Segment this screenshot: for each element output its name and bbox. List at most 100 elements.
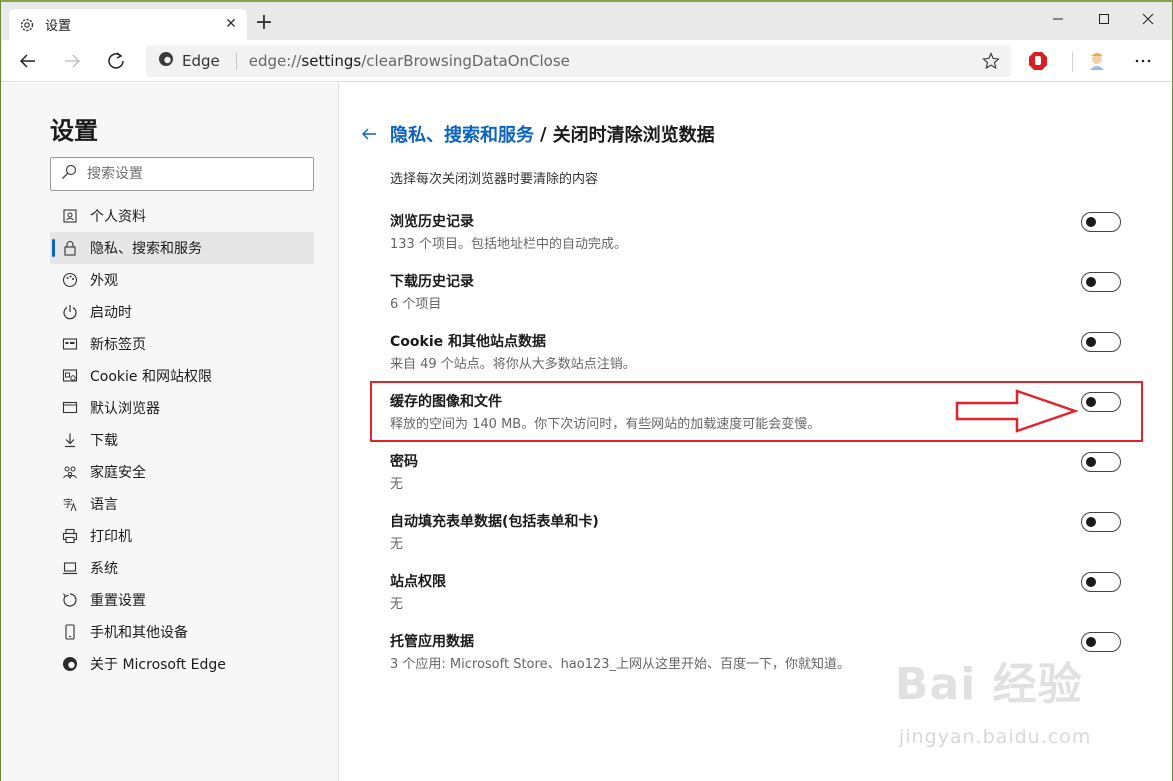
minimize-icon (1053, 18, 1063, 20)
sidebar-item-label: 打印机 (90, 529, 132, 545)
new-tab-button[interactable]: + (253, 12, 275, 35)
setting-row: 浏览历史记录 133 个项目。包括地址栏中的自动完成。 (390, 203, 1122, 263)
back-arrow-icon (19, 54, 35, 68)
tab-close-icon[interactable]: ✕ (223, 16, 239, 32)
newtab-icon (62, 336, 78, 352)
sidebar-item-lock[interactable]: 隐私、搜索和服务 (50, 232, 314, 264)
avatar-icon (1090, 53, 1104, 70)
watermark-text: Bai 经验 (895, 659, 1083, 710)
adblock-icon (1029, 52, 1047, 70)
setting-toggle[interactable] (1081, 212, 1121, 232)
sidebar-item-download[interactable]: 下载 (50, 424, 314, 456)
search-input[interactable] (87, 166, 287, 182)
sidebar-item-label: 语言 (90, 497, 118, 513)
search-icon (61, 164, 77, 184)
setting-description: 无 (390, 537, 404, 552)
setting-title: 密码 (390, 454, 418, 470)
lock-icon (62, 240, 78, 256)
watermark: Bai 经验 jingyan.baidu.com (895, 648, 1145, 768)
sidebar-item-system[interactable]: 系统 (50, 552, 314, 584)
profile-icon (62, 208, 78, 224)
sidebar-nav: 个人资料隐私、搜索和服务 外观启动时新标签页 Cookie 和网站权限默认浏览器 下载… (50, 200, 314, 680)
address-bar[interactable]: Edge edge://settings/clearBrowsingDataOn… (146, 45, 1011, 77)
sidebar-item-label: 重置设置 (90, 593, 146, 609)
reset-icon (62, 592, 78, 608)
settings-sidebar: 设置 个人资料隐私、搜索和服务外观启动时新标签页 Cookie 和网站权限默认浏览… (1, 83, 339, 781)
setting-toggle[interactable] (1081, 572, 1121, 592)
sidebar-item-edge-logo[interactable]: 关于 Microsoft Edge (50, 648, 314, 680)
setting-toggle[interactable] (1081, 272, 1121, 292)
language-icon: 字 (62, 496, 78, 512)
sidebar-item-site-permissions[interactable]: Cookie 和网站权限 (50, 360, 314, 392)
watermark-url: jingyan.baidu.com (899, 726, 1092, 748)
sidebar-item-reset[interactable]: 重置设置 (50, 584, 314, 616)
breadcrumb-parent[interactable]: 隐私、搜索和服务 (390, 121, 534, 147)
address-brand: Edge (182, 52, 220, 70)
forward-arrow-icon (65, 54, 81, 68)
sidebar-item-label: 启动时 (90, 305, 132, 321)
toggle-knob (1086, 577, 1096, 587)
tab-settings[interactable]: 设置 ✕ (9, 9, 247, 40)
tab-title: 设置 (45, 19, 72, 34)
back-button[interactable] (13, 46, 43, 76)
toggle-knob (1086, 217, 1096, 227)
annotation-arrow-icon (955, 389, 1079, 433)
setting-description: 3 个应用: Microsoft Store、hao123_上网从这里开始、百度… (390, 657, 851, 672)
setting-row: 密码无 (390, 443, 1122, 503)
clear-data-list: 浏览历史记录 133 个项目。包括地址栏中的自动完成。 下载历史记录 6 个项目 Coo… (390, 203, 1122, 683)
sidebar-item-power[interactable]: 启动时 (50, 296, 314, 328)
sidebar-item-palette[interactable]: 外观 (50, 264, 314, 296)
edge-logo-icon (62, 656, 78, 672)
more-icon (1135, 59, 1151, 63)
toggle-knob (1086, 517, 1096, 527)
page-title: 关闭时清除浏览数据 (552, 125, 715, 146)
sidebar-item-label: 系统 (90, 561, 118, 577)
setting-title: 托管应用数据 (390, 634, 474, 650)
sidebar-item-family[interactable]: 家庭安全 (50, 456, 314, 488)
maximize-button[interactable] (1081, 6, 1127, 32)
refresh-icon (108, 52, 124, 69)
toggle-knob (1086, 277, 1096, 287)
setting-toggle[interactable] (1081, 332, 1121, 352)
close-icon (1142, 13, 1154, 25)
more-menu-button[interactable] (1128, 46, 1158, 76)
sidebar-item-language[interactable]: 字 语言 (50, 488, 314, 520)
sidebar-item-printer[interactable]: 打印机 (50, 520, 314, 552)
family-icon (62, 464, 78, 480)
sidebar-item-label: 个人资料 (90, 209, 146, 225)
sidebar-item-browser[interactable]: 默认浏览器 (50, 392, 314, 424)
setting-title: 浏览历史记录 (390, 214, 474, 230)
toggle-knob (1086, 637, 1096, 647)
sidebar-item-label: 外观 (90, 273, 118, 289)
sidebar-item-label: Cookie 和网站权限 (90, 369, 212, 385)
gear-icon (19, 17, 35, 33)
setting-toggle[interactable] (1081, 512, 1121, 532)
toolbar-divider (1072, 52, 1073, 72)
favorite-star-icon[interactable] (981, 51, 1001, 71)
svg-text:字: 字 (63, 497, 73, 510)
refresh-button[interactable] (101, 46, 131, 76)
sidebar-item-phone[interactable]: 手机和其他设备 (50, 616, 314, 648)
page-intro: 选择每次关闭浏览器时要清除的内容 (390, 172, 599, 187)
url-host: settings (301, 52, 362, 70)
sidebar-item-profile[interactable]: 个人资料 (50, 200, 314, 232)
setting-title: 自动填充表单数据(包括表单和卡) (390, 514, 599, 530)
extension-adblock-button[interactable] (1023, 46, 1053, 76)
sidebar-item-label: 隐私、搜索和服务 (90, 241, 202, 257)
setting-row: Cookie 和其他站点数据 来自 49 个站点。将你从大多数站点注销。 (390, 323, 1122, 383)
minimize-button[interactable] (1035, 6, 1081, 32)
back-arrow-icon[interactable] (360, 125, 378, 143)
maximize-icon (1099, 14, 1109, 24)
setting-row: 自动填充表单数据(包括表单和卡) 无 (390, 503, 1122, 563)
setting-toggle[interactable] (1081, 452, 1121, 472)
edge-logo-icon (158, 51, 174, 71)
address-divider (235, 52, 237, 70)
profile-button[interactable] (1082, 46, 1112, 76)
close-window-button[interactable] (1125, 6, 1171, 32)
toggle-knob (1086, 337, 1096, 347)
settings-search[interactable] (50, 157, 314, 191)
setting-description: 6 个项目 (390, 297, 442, 312)
sidebar-item-newtab[interactable]: 新标签页 (50, 328, 314, 360)
setting-description: 133 个项目。包括地址栏中的自动完成。 (390, 237, 627, 252)
forward-button[interactable] (57, 46, 87, 76)
